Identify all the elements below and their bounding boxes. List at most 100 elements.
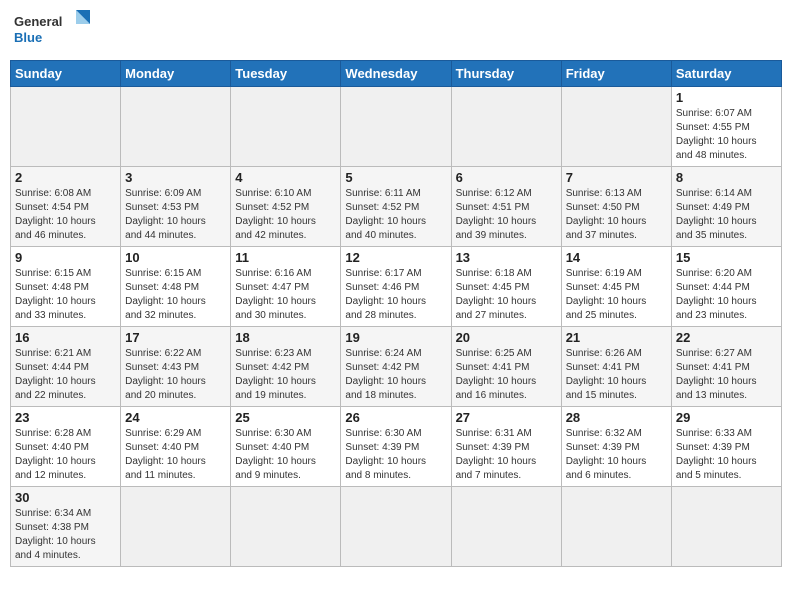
- day-info: Sunrise: 6:18 AM Sunset: 4:45 PM Dayligh…: [456, 267, 557, 323]
- day-info: Sunrise: 6:14 AM Sunset: 4:49 PM Dayligh…: [676, 187, 777, 243]
- calendar-day-cell: 22Sunrise: 6:27 AM Sunset: 4:41 PM Dayli…: [671, 327, 781, 407]
- column-header-saturday: Saturday: [671, 61, 781, 87]
- day-number: 27: [456, 410, 557, 425]
- day-info: Sunrise: 6:19 AM Sunset: 4:45 PM Dayligh…: [566, 267, 667, 323]
- calendar-week-row: 9 Sunrise: 6:15 AM Sunset: 4:48 PM Daylig…: [11, 247, 782, 327]
- calendar-day-cell: 18 Sunrise: 6:23 AM Sunset: 4:42 PM Dayli…: [231, 327, 341, 407]
- calendar-day-cell: 25 Sunrise: 6:30 AM Sunset: 4:40 PM Dayli…: [231, 407, 341, 487]
- day-number: 6: [456, 170, 557, 185]
- day-info: Sunrise: 6:32 AM Sunset: 4:39 PM Dayligh…: [566, 427, 667, 483]
- column-header-tuesday: Tuesday: [231, 61, 341, 87]
- column-header-friday: Friday: [561, 61, 671, 87]
- day-info: Sunrise: 6:10 AM Sunset: 4:52 PM Dayligh…: [235, 187, 336, 243]
- calendar-day-cell: [561, 87, 671, 167]
- day-info: Sunrise: 6:28 AM Sunset: 4:40 PM Dayligh…: [15, 427, 116, 483]
- day-number: 29: [676, 410, 777, 425]
- calendar-day-cell: 29 Sunrise: 6:33 AM Sunset: 4:39 PM Dayli…: [671, 407, 781, 487]
- calendar-day-cell: 16 Sunrise: 6:21 AM Sunset: 4:44 PM Dayli…: [11, 327, 121, 407]
- column-header-monday: Monday: [121, 61, 231, 87]
- calendar-day-cell: [341, 487, 451, 567]
- calendar-day-cell: [11, 87, 121, 167]
- calendar-day-cell: 2 Sunrise: 6:08 AM Sunset: 4:54 PM Daylig…: [11, 167, 121, 247]
- day-info: Sunrise: 6:33 AM Sunset: 4:39 PM Dayligh…: [676, 427, 777, 483]
- calendar-day-cell: 14 Sunrise: 6:19 AM Sunset: 4:45 PM Dayli…: [561, 247, 671, 327]
- calendar-week-row: 2 Sunrise: 6:08 AM Sunset: 4:54 PM Daylig…: [11, 167, 782, 247]
- day-number: 18: [235, 330, 336, 345]
- day-info: Sunrise: 6:30 AM Sunset: 4:39 PM Dayligh…: [345, 427, 446, 483]
- header: General Blue: [10, 10, 782, 52]
- day-info: Sunrise: 6:15 AM Sunset: 4:48 PM Dayligh…: [15, 267, 116, 323]
- calendar-day-cell: [231, 87, 341, 167]
- day-number: 3: [125, 170, 226, 185]
- day-number: 21: [566, 330, 667, 345]
- calendar-day-cell: [121, 87, 231, 167]
- calendar-week-row: 1Sunrise: 6:07 AM Sunset: 4:55 PM Daylig…: [11, 87, 782, 167]
- day-info: Sunrise: 6:20 AM Sunset: 4:44 PM Dayligh…: [676, 267, 777, 323]
- calendar-day-cell: 19 Sunrise: 6:24 AM Sunset: 4:42 PM Dayli…: [341, 327, 451, 407]
- calendar-day-cell: 8 Sunrise: 6:14 AM Sunset: 4:49 PM Daylig…: [671, 167, 781, 247]
- logo: General Blue: [14, 10, 94, 52]
- calendar-day-cell: 9 Sunrise: 6:15 AM Sunset: 4:48 PM Daylig…: [11, 247, 121, 327]
- day-info: Sunrise: 6:09 AM Sunset: 4:53 PM Dayligh…: [125, 187, 226, 243]
- day-number: 22: [676, 330, 777, 345]
- calendar-week-row: 23Sunrise: 6:28 AM Sunset: 4:40 PM Dayli…: [11, 407, 782, 487]
- day-info: Sunrise: 6:16 AM Sunset: 4:47 PM Dayligh…: [235, 267, 336, 323]
- calendar: SundayMondayTuesdayWednesdayThursdayFrid…: [10, 60, 782, 567]
- day-info: Sunrise: 6:17 AM Sunset: 4:46 PM Dayligh…: [345, 267, 446, 323]
- calendar-day-cell: [561, 487, 671, 567]
- day-number: 7: [566, 170, 667, 185]
- calendar-day-cell: 7Sunrise: 6:13 AM Sunset: 4:50 PM Daylig…: [561, 167, 671, 247]
- day-number: 5: [345, 170, 446, 185]
- calendar-day-cell: 26Sunrise: 6:30 AM Sunset: 4:39 PM Dayli…: [341, 407, 451, 487]
- day-info: Sunrise: 6:15 AM Sunset: 4:48 PM Dayligh…: [125, 267, 226, 323]
- day-number: 10: [125, 250, 226, 265]
- day-number: 25: [235, 410, 336, 425]
- day-number: 12: [345, 250, 446, 265]
- generalblue-logo: General Blue: [14, 10, 94, 52]
- day-number: 9: [15, 250, 116, 265]
- svg-text:General: General: [14, 14, 62, 29]
- svg-text:Blue: Blue: [14, 30, 42, 45]
- calendar-day-cell: 6Sunrise: 6:12 AM Sunset: 4:51 PM Daylig…: [451, 167, 561, 247]
- calendar-day-cell: [341, 87, 451, 167]
- day-number: 2: [15, 170, 116, 185]
- day-number: 4: [235, 170, 336, 185]
- day-info: Sunrise: 6:07 AM Sunset: 4:55 PM Dayligh…: [676, 107, 777, 163]
- day-number: 14: [566, 250, 667, 265]
- calendar-day-cell: 5 Sunrise: 6:11 AM Sunset: 4:52 PM Daylig…: [341, 167, 451, 247]
- day-info: Sunrise: 6:08 AM Sunset: 4:54 PM Dayligh…: [15, 187, 116, 243]
- day-number: 19: [345, 330, 446, 345]
- day-info: Sunrise: 6:24 AM Sunset: 4:42 PM Dayligh…: [345, 347, 446, 403]
- day-info: Sunrise: 6:11 AM Sunset: 4:52 PM Dayligh…: [345, 187, 446, 243]
- calendar-day-cell: [451, 87, 561, 167]
- day-info: Sunrise: 6:23 AM Sunset: 4:42 PM Dayligh…: [235, 347, 336, 403]
- day-info: Sunrise: 6:34 AM Sunset: 4:38 PM Dayligh…: [15, 507, 116, 563]
- calendar-week-row: 16 Sunrise: 6:21 AM Sunset: 4:44 PM Dayli…: [11, 327, 782, 407]
- calendar-day-cell: 30Sunrise: 6:34 AM Sunset: 4:38 PM Dayli…: [11, 487, 121, 567]
- calendar-day-cell: [231, 487, 341, 567]
- calendar-day-cell: 27Sunrise: 6:31 AM Sunset: 4:39 PM Dayli…: [451, 407, 561, 487]
- day-info: Sunrise: 6:21 AM Sunset: 4:44 PM Dayligh…: [15, 347, 116, 403]
- day-number: 16: [15, 330, 116, 345]
- calendar-day-cell: 3 Sunrise: 6:09 AM Sunset: 4:53 PM Daylig…: [121, 167, 231, 247]
- calendar-day-cell: [671, 487, 781, 567]
- column-header-thursday: Thursday: [451, 61, 561, 87]
- day-number: 17: [125, 330, 226, 345]
- day-number: 28: [566, 410, 667, 425]
- calendar-day-cell: 4 Sunrise: 6:10 AM Sunset: 4:52 PM Daylig…: [231, 167, 341, 247]
- calendar-header-row: SundayMondayTuesdayWednesdayThursdayFrid…: [11, 61, 782, 87]
- day-info: Sunrise: 6:30 AM Sunset: 4:40 PM Dayligh…: [235, 427, 336, 483]
- day-number: 8: [676, 170, 777, 185]
- day-info: Sunrise: 6:26 AM Sunset: 4:41 PM Dayligh…: [566, 347, 667, 403]
- column-header-wednesday: Wednesday: [341, 61, 451, 87]
- calendar-day-cell: 23Sunrise: 6:28 AM Sunset: 4:40 PM Dayli…: [11, 407, 121, 487]
- calendar-day-cell: 10 Sunrise: 6:15 AM Sunset: 4:48 PM Dayli…: [121, 247, 231, 327]
- calendar-day-cell: 17Sunrise: 6:22 AM Sunset: 4:43 PM Dayli…: [121, 327, 231, 407]
- calendar-day-cell: 15 Sunrise: 6:20 AM Sunset: 4:44 PM Dayli…: [671, 247, 781, 327]
- day-info: Sunrise: 6:25 AM Sunset: 4:41 PM Dayligh…: [456, 347, 557, 403]
- day-number: 11: [235, 250, 336, 265]
- day-number: 15: [676, 250, 777, 265]
- day-info: Sunrise: 6:29 AM Sunset: 4:40 PM Dayligh…: [125, 427, 226, 483]
- day-number: 20: [456, 330, 557, 345]
- calendar-day-cell: 1Sunrise: 6:07 AM Sunset: 4:55 PM Daylig…: [671, 87, 781, 167]
